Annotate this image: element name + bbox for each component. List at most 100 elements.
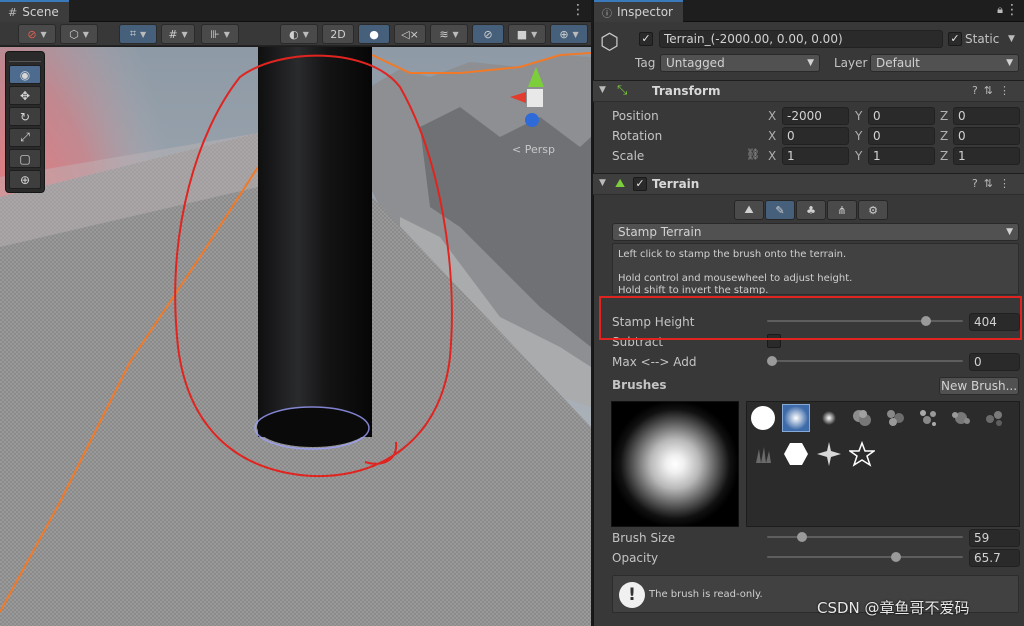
gizmos-button[interactable]: ⊕ ▼ bbox=[550, 24, 588, 44]
stamp-help-box: Left click to stamp the brush onto the t… bbox=[612, 243, 1019, 295]
transform-title: Transform bbox=[652, 84, 721, 98]
brush-cloud-1[interactable] bbox=[848, 404, 876, 432]
rotation-label: Rotation bbox=[612, 129, 663, 143]
paint-details-button[interactable]: ⋔ bbox=[827, 200, 857, 220]
grid-button[interactable]: # ▼ bbox=[161, 24, 195, 44]
opacity-field[interactable]: 65.7 bbox=[969, 549, 1020, 567]
brush-circle-soft[interactable] bbox=[782, 404, 810, 432]
scale-z-field[interactable]: 1 bbox=[953, 147, 1020, 165]
chevron-down-icon: ▼ bbox=[140, 29, 147, 39]
brush-star-soft[interactable] bbox=[815, 440, 843, 468]
grid-snap-button[interactable]: ⌗ ▼ bbox=[119, 24, 157, 44]
terrain-enabled-checkbox[interactable]: ✓ bbox=[633, 177, 647, 191]
max-add-knob[interactable] bbox=[767, 356, 777, 366]
scale-y-field[interactable]: 1 bbox=[868, 147, 935, 165]
create-terrain-button[interactable]: ⛰︎ bbox=[734, 200, 764, 220]
scale-tool-button[interactable]: ⤢ bbox=[9, 128, 41, 147]
paint-terrain-button[interactable]: ✎ bbox=[765, 200, 795, 220]
link-icon[interactable]: ⛓︎ bbox=[746, 148, 760, 161]
brush-splatter-3[interactable] bbox=[980, 404, 1008, 432]
rotate-icon: ↻ bbox=[19, 109, 31, 124]
scene-tab[interactable]: # Scene bbox=[0, 0, 69, 22]
brush-cloud-2[interactable] bbox=[881, 404, 909, 432]
rect-tool-button[interactable]: ▢ bbox=[9, 149, 41, 168]
scene-panel: # Scene ⋮ ⊘ ▼ ⬡ ▼ ⌗ ▼ # ▼ ⊪ ▼ ◐ ▼ 2D ● ◁× ≋ ▼ ⊘… bbox=[0, 0, 591, 626]
scale-x-field[interactable]: 1 bbox=[782, 147, 849, 165]
inspector-tabbar: ⓘ Inspector 🔒︎ ⋮ bbox=[594, 0, 1024, 22]
axis-y-label: Y bbox=[855, 149, 863, 163]
chevron-down-icon: ▼ bbox=[40, 29, 47, 39]
brush-hexagon[interactable] bbox=[782, 440, 810, 468]
inspector-tab[interactable]: ⓘ Inspector bbox=[594, 0, 683, 22]
component-header-icons[interactable]: ?⇅⋮ bbox=[972, 177, 1016, 190]
position-z-field[interactable]: 0 bbox=[953, 107, 1020, 125]
brush-size-knob[interactable] bbox=[797, 532, 807, 542]
effects-button[interactable]: ≋ ▼ bbox=[430, 24, 468, 44]
opacity-slider[interactable] bbox=[767, 556, 963, 558]
axis-z-label: Z bbox=[940, 109, 949, 123]
layer-dropdown[interactable]: Default ▼ bbox=[870, 54, 1019, 72]
eye-slash-icon: ⊘ bbox=[483, 27, 493, 41]
brush-star-outline[interactable] bbox=[848, 440, 876, 468]
transform-header[interactable]: ▼ ⤡ Transform ?⇅⋮ bbox=[593, 80, 1024, 102]
scene-tab-label: Scene bbox=[22, 5, 59, 19]
move-tool-button[interactable]: ✥ bbox=[9, 86, 41, 105]
lock-icon[interactable]: 🔒︎ bbox=[997, 3, 1003, 17]
brush-grass[interactable] bbox=[749, 440, 777, 468]
increment-snap-button[interactable]: ⊪ ▼ bbox=[201, 24, 239, 44]
draw-mode-button[interactable]: ⊘ ▼ bbox=[18, 24, 56, 44]
gameobject-icon: ⬡ bbox=[600, 30, 620, 55]
brush-splatter-1[interactable] bbox=[914, 404, 942, 432]
paint-trees-button[interactable]: ♣ bbox=[796, 200, 826, 220]
new-brush-button[interactable]: New Brush... bbox=[939, 377, 1019, 395]
rotate-tool-button[interactable]: ↻ bbox=[9, 107, 41, 126]
brush-splatter-2[interactable] bbox=[947, 404, 975, 432]
shading-button[interactable]: ⬡ ▼ bbox=[60, 24, 98, 44]
active-checkbox[interactable]: ✓ bbox=[639, 32, 653, 46]
move-icon: ✥ bbox=[19, 88, 31, 103]
terrain-tool-dropdown[interactable]: Stamp Terrain ▼ bbox=[612, 223, 1019, 241]
transform-tool-button[interactable]: ⊕ bbox=[9, 170, 41, 189]
axis-x-label: X bbox=[768, 149, 777, 163]
terrain-add-icon: ⛰︎ bbox=[744, 203, 754, 216]
audio-button[interactable]: ◁× bbox=[394, 24, 426, 44]
help-line: Hold shift to invert the stamp. bbox=[618, 285, 769, 295]
rotation-y-field[interactable]: 0 bbox=[868, 127, 935, 145]
kebab-menu-icon[interactable]: ⋮ bbox=[571, 2, 585, 18]
max-add-slider[interactable] bbox=[767, 360, 963, 362]
position-y-field[interactable]: 0 bbox=[868, 107, 935, 125]
chevron-down-icon: ▼ bbox=[572, 29, 579, 39]
tag-dropdown[interactable]: Untagged ▼ bbox=[660, 54, 820, 72]
brush-size-field[interactable]: 59 bbox=[969, 529, 1020, 547]
transform-icon: ⊕ bbox=[19, 172, 31, 187]
rotation-z-field[interactable]: 0 bbox=[953, 127, 1020, 145]
max-add-field[interactable]: 0 bbox=[969, 353, 1020, 371]
persp-label[interactable]: < Persp bbox=[512, 143, 555, 156]
max-add-label: Max <--> Add bbox=[612, 355, 697, 369]
tree-icon: ♣ bbox=[806, 203, 816, 217]
visibility-button[interactable]: ⊘ bbox=[472, 24, 504, 44]
terrain-settings-button[interactable]: ⚙︎ bbox=[858, 200, 888, 220]
component-header-icons[interactable]: ?⇅⋮ bbox=[972, 84, 1016, 97]
chevron-down-icon[interactable]: ▼ bbox=[1008, 34, 1015, 44]
opacity-knob[interactable] bbox=[891, 552, 901, 562]
info-icon: ⓘ bbox=[602, 8, 612, 20]
static-checkbox[interactable]: ✓ bbox=[948, 32, 962, 46]
terrain-header[interactable]: ▼ ⛰︎ ✓ Terrain ?⇅⋮ bbox=[593, 173, 1024, 195]
mode-2d-button[interactable]: 2D bbox=[322, 24, 354, 44]
palette-grip[interactable] bbox=[9, 54, 41, 62]
position-x-field[interactable]: -2000 bbox=[782, 107, 849, 125]
rotation-x-field[interactable]: 0 bbox=[782, 127, 849, 145]
scene-render bbox=[0, 47, 591, 626]
object-name-field[interactable]: Terrain_(-2000.00, 0.00, 0.00) bbox=[659, 30, 943, 48]
orientation-button[interactable]: ◐ ▼ bbox=[280, 24, 318, 44]
scene-viewport[interactable]: < Persp ◉ ✥ ↻ ⤢ ▢ ⊕ bbox=[0, 47, 591, 626]
kebab-menu-icon[interactable]: ⋮ bbox=[1005, 2, 1019, 18]
brush-circle-hard[interactable] bbox=[749, 404, 777, 432]
brush-dot[interactable] bbox=[815, 404, 843, 432]
static-label: Static bbox=[965, 32, 1000, 46]
paint-brush-icon: ✎ bbox=[775, 203, 785, 217]
lighting-button[interactable]: ● bbox=[358, 24, 390, 44]
camera-button[interactable]: ■ ▼ bbox=[508, 24, 546, 44]
view-tool-button[interactable]: ◉ bbox=[9, 65, 41, 84]
